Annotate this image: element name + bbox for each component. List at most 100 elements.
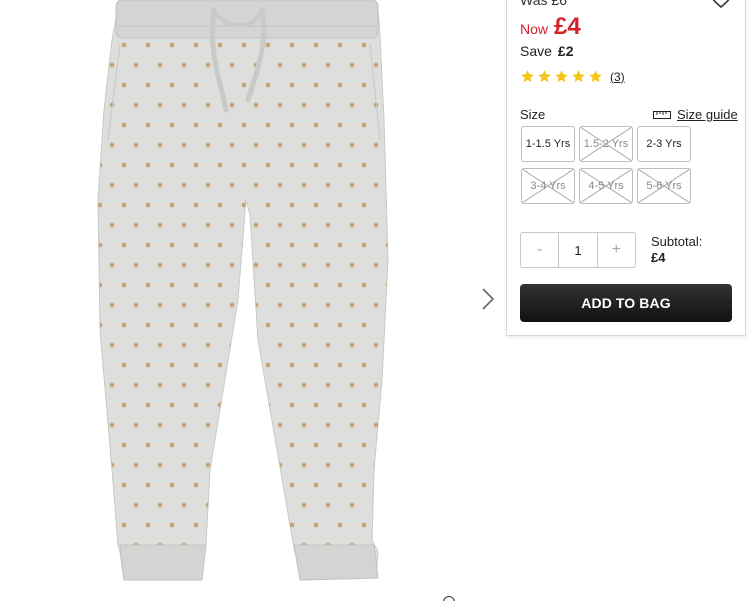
size-option-2-3-yrs[interactable]: 2-3 Yrs — [637, 126, 691, 162]
polka-dot — [313, 442, 319, 448]
polka-dot — [277, 182, 283, 188]
polka-dot — [169, 162, 175, 168]
size-option-1-1-5-yrs[interactable]: 1-1.5 Yrs — [521, 126, 575, 162]
polka-dot — [121, 322, 127, 328]
polka-dot — [145, 122, 151, 128]
polka-dot — [121, 122, 127, 128]
polka-dot — [289, 322, 295, 328]
polka-dot — [253, 182, 259, 188]
polka-dot — [373, 182, 379, 188]
now-price-row: Now £4 — [520, 13, 581, 41]
polka-dot — [217, 242, 223, 248]
polka-dot — [313, 122, 319, 128]
polka-dot — [109, 62, 115, 68]
polka-dot — [277, 142, 283, 148]
polka-dot — [98, 362, 103, 368]
polka-dot — [277, 342, 283, 348]
polka-dot — [205, 302, 211, 308]
polka-dot — [337, 482, 343, 488]
polka-dot — [241, 162, 247, 168]
polka-dot — [373, 62, 379, 68]
polka-dot — [133, 62, 139, 68]
quantity-increase-button[interactable]: + — [598, 233, 635, 267]
polka-dot — [181, 462, 187, 468]
wishlist-button[interactable] — [709, 0, 733, 10]
carousel-indicator[interactable] — [443, 596, 455, 601]
polka-dot — [349, 502, 355, 508]
polka-dot — [145, 82, 151, 88]
next-image-arrow[interactable] — [477, 286, 499, 312]
polka-dot — [277, 462, 283, 468]
polka-dot — [289, 402, 295, 408]
polka-dot — [253, 142, 259, 148]
polka-dot — [265, 522, 271, 528]
polka-dot — [98, 402, 103, 408]
polka-dot — [109, 142, 115, 148]
polka-dot — [253, 502, 259, 508]
polka-dot — [157, 222, 163, 228]
polka-dot — [277, 542, 283, 548]
polka-dot — [181, 102, 187, 108]
polka-dot — [325, 142, 331, 148]
polka-dot — [205, 62, 211, 68]
polka-dot — [145, 522, 151, 528]
polka-dot — [349, 262, 355, 268]
quantity-input[interactable]: 1 — [558, 233, 598, 267]
polka-dot — [289, 522, 295, 528]
polka-dot — [133, 102, 139, 108]
polka-dot — [313, 42, 319, 48]
size-label: Size — [520, 107, 546, 122]
size-option-label: 5-6 Yrs — [646, 180, 682, 192]
polka-dot — [157, 62, 163, 68]
polka-dot — [109, 182, 115, 188]
polka-dot — [385, 122, 388, 128]
was-price: Was £6 — [520, 0, 567, 8]
polka-dot — [98, 322, 103, 328]
add-to-bag-button[interactable]: ADD TO BAG — [520, 284, 732, 322]
polka-dot — [241, 322, 247, 328]
polka-dot — [349, 182, 355, 188]
star-rating — [520, 69, 603, 84]
polka-dot — [277, 422, 283, 428]
polka-dot — [253, 342, 259, 348]
review-count-link[interactable]: (3) — [610, 70, 625, 84]
polka-dot — [217, 162, 223, 168]
polka-dot — [98, 202, 103, 208]
size-option-3-4-yrs[interactable]: 3-4 Yrs — [521, 168, 575, 204]
polka-dot — [217, 322, 223, 328]
polka-dot — [325, 422, 331, 428]
size-guide-link[interactable]: Size guide — [653, 107, 738, 122]
polka-dot — [265, 42, 271, 48]
polka-dot — [157, 502, 163, 508]
polka-dot — [325, 502, 331, 508]
polka-dot — [289, 42, 295, 48]
polka-dot — [109, 342, 115, 348]
polka-dot — [193, 122, 199, 128]
size-option-4-5-yrs[interactable]: 4-5 Yrs — [579, 168, 633, 204]
polka-dot — [133, 342, 139, 348]
polka-dot — [385, 162, 388, 168]
quantity-decrease-button[interactable]: - — [521, 233, 558, 267]
polka-dot — [145, 162, 151, 168]
polka-dot — [169, 42, 175, 48]
size-option-5-6-yrs[interactable]: 5-6 Yrs — [637, 168, 691, 204]
polka-dot — [133, 422, 139, 428]
polka-dot — [361, 402, 367, 408]
polka-dot — [145, 282, 151, 288]
polka-dot — [98, 442, 103, 448]
size-option-1-5-2-yrs[interactable]: 1.5-2 Yrs — [579, 126, 633, 162]
polka-dot — [301, 222, 307, 228]
polka-dot — [133, 502, 139, 508]
polka-dot — [361, 482, 367, 488]
polka-dot — [121, 522, 127, 528]
polka-dot — [325, 302, 331, 308]
polka-dot — [265, 282, 271, 288]
quantity-stepper: - 1 + — [520, 232, 636, 268]
polka-dot — [361, 202, 367, 208]
polka-dot — [301, 62, 307, 68]
polka-dot — [253, 382, 259, 388]
polka-dot — [145, 442, 151, 448]
polka-dot — [385, 282, 388, 288]
polka-dot — [169, 362, 175, 368]
polka-dot — [157, 382, 163, 388]
